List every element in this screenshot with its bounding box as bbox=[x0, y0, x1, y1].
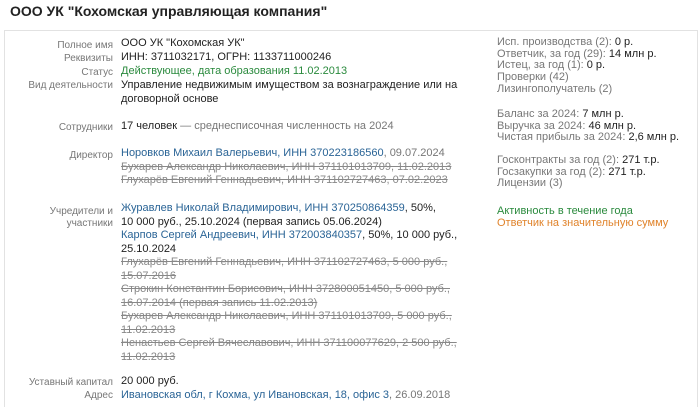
sidebar-licenses[interactable]: Лицензии (3) bbox=[497, 178, 660, 190]
activity-line-1: Управление недвижимым имуществом за возн… bbox=[121, 79, 458, 91]
employees-note: — среднесписочная численность на 2024 bbox=[177, 120, 394, 132]
founder-former-2[interactable]: Строкин Константин Борисович, ИНН 372800… bbox=[121, 283, 457, 297]
founder-former-4-date: 11.02.2013 bbox=[121, 350, 176, 363]
founders-label-1: Учредители и bbox=[49, 206, 113, 217]
activity-value: Управление недвижимым имуществом за возн… bbox=[121, 79, 457, 106]
sidebar-purchases-value: 271 т.р. bbox=[608, 165, 646, 178]
founder-current-2: Карпов Сергей Андреевич, ИНН 37200384035… bbox=[121, 229, 457, 243]
sidebar-net-profit[interactable]: Чистая прибыль за 2024: 2,6 млн р. bbox=[497, 132, 679, 144]
founder-current-2-link[interactable]: Карпов Сергей Андреевич, ИНН 37200384035… bbox=[121, 229, 362, 241]
sidebar-proceedings-value: 0 р. bbox=[614, 36, 634, 48]
sidebar-significant-defendant-flag: Ответчик на значительную сумму bbox=[497, 216, 669, 229]
sidebar-revenue-value: 46 млн р. bbox=[588, 119, 637, 132]
sidebar-net-profit-label: Чистая прибыль за 2024: bbox=[497, 131, 629, 144]
sidebar-block-flags: Активность в течение года Ответчик на зн… bbox=[497, 205, 669, 229]
activity-line-2: договорной основе bbox=[121, 92, 219, 105]
director-former-2[interactable]: Глухарёв Евгений Геннадьевич, ИНН 371102… bbox=[121, 174, 451, 188]
requisites-value: ИНН: 3711032171, ОГРН: 1133711000246 bbox=[121, 51, 332, 63]
director-label: Директор bbox=[69, 150, 113, 161]
founder-current-1: Журавлев Николай Владимирович, ИНН 37025… bbox=[121, 202, 457, 216]
founder-current-1-rest: , 50%, bbox=[404, 202, 436, 214]
status-label: Статус bbox=[81, 67, 113, 78]
director-current: Норовков Михаил Валерьевич, ИНН 37022318… bbox=[121, 147, 451, 161]
employees-value: 17 человек — среднесписочная численность… bbox=[121, 120, 394, 132]
sidebar-block-finance: Баланс за 2024: 7 млн р. Выручка за 2024… bbox=[497, 108, 679, 144]
sidebar-net-profit-value: 2,6 млн р. bbox=[628, 131, 680, 144]
capital-label: Уставный капитал bbox=[28, 377, 113, 388]
capital-value: 20 000 руб. bbox=[121, 375, 179, 387]
director-list: Норовков Михаил Валерьевич, ИНН 37022318… bbox=[121, 147, 451, 188]
sidebar-defendant-label: Ответчик, за год (29): bbox=[497, 47, 609, 60]
founder-former-1[interactable]: Глухарёв Евгений Геннадьевич, ИНН 371102… bbox=[121, 256, 457, 270]
employees-label: Сотрудники bbox=[58, 122, 113, 133]
sidebar-proceedings-label: Исп. производства (2): bbox=[497, 36, 615, 48]
director-current-date: , 09.07.2024 bbox=[383, 147, 445, 159]
founder-former-2-date: 16.07.2014 (первая запись 11.02.2013) bbox=[121, 296, 318, 309]
founder-current-2-line2: 25.10.2024 bbox=[121, 242, 177, 255]
status-value: Действующее, дата образования 11.02.2013 bbox=[121, 65, 348, 77]
founder-current-2-rest: , 50%, 10 000 руб., bbox=[362, 229, 458, 241]
address-date: , 26.09.2018 bbox=[389, 389, 451, 401]
sidebar-contracts-value: 271 т.р. bbox=[622, 154, 660, 166]
address-link[interactable]: Ивановская обл, г Кохма, ул Ивановская, … bbox=[121, 389, 389, 401]
sidebar-licensees[interactable]: Лизингополучатель (2) bbox=[497, 83, 657, 96]
sidebar-balance-value: 7 млн р. bbox=[582, 108, 624, 120]
address-label: Адрес bbox=[84, 390, 113, 401]
sidebar-plaintiff-value: 0 р. bbox=[586, 59, 606, 72]
requisites-label: Реквизиты bbox=[63, 53, 113, 64]
sidebar-block-courts: Исп. производства (2): 0 р. Ответчик, за… bbox=[497, 36, 657, 96]
sidebar-block-procurement: Госконтракты за год (2): 271 т.р. Госзак… bbox=[497, 154, 660, 190]
sidebar-contracts-label: Госконтракты за год (2): bbox=[497, 154, 623, 166]
employees-count: 17 человек bbox=[121, 120, 178, 132]
founders-row: Учредители и участники bbox=[5, 206, 113, 232]
founder-current-1-link[interactable]: Журавлев Николай Владимирович, ИНН 37025… bbox=[121, 202, 405, 214]
founders-label-2: участники bbox=[66, 218, 113, 229]
founders-list: Журавлев Николай Владимирович, ИНН 37025… bbox=[121, 202, 457, 364]
activity-label: Вид деятельности bbox=[28, 80, 113, 91]
founder-former-4[interactable]: Ненастьев Сергей Вячеславович, ИНН 37110… bbox=[121, 337, 457, 351]
sidebar-plaintiff-label: Истец, за год (1): bbox=[497, 59, 587, 72]
sidebar-defendant-value: 14 млн р. bbox=[608, 47, 657, 60]
sidebar-balance-label: Баланс за 2024: bbox=[497, 108, 583, 120]
sidebar-purchases-label: Госзакупки за год (2): bbox=[497, 165, 609, 178]
founder-former-3-date: 11.02.2013 bbox=[121, 323, 176, 336]
sidebar-active-flag: Активность в течение года bbox=[497, 205, 633, 217]
founder-current-1-line2: 10 000 руб., 25.10.2024 (первая запись 0… bbox=[121, 215, 382, 228]
full-name-label: Полное имя bbox=[57, 40, 113, 51]
founder-former-3[interactable]: Бухарев Александр Николаевич, ИНН 371101… bbox=[121, 310, 457, 324]
founder-former-1-date: 15.07.2016 bbox=[121, 269, 177, 282]
company-title: ООО УК "Кохомская управляющая компания" bbox=[10, 3, 328, 19]
sidebar-revenue-label: Выручка за 2024: bbox=[497, 119, 589, 132]
director-former-1[interactable]: Бухарев Александр Николаевич, ИНН 371101… bbox=[121, 161, 451, 175]
address-value: Ивановская обл, г Кохма, ул Ивановская, … bbox=[121, 389, 450, 401]
director-current-link[interactable]: Норовков Михаил Валерьевич, ИНН 37022318… bbox=[121, 147, 384, 159]
full-name-value: ООО УК "Кохомская УК" bbox=[121, 37, 245, 49]
